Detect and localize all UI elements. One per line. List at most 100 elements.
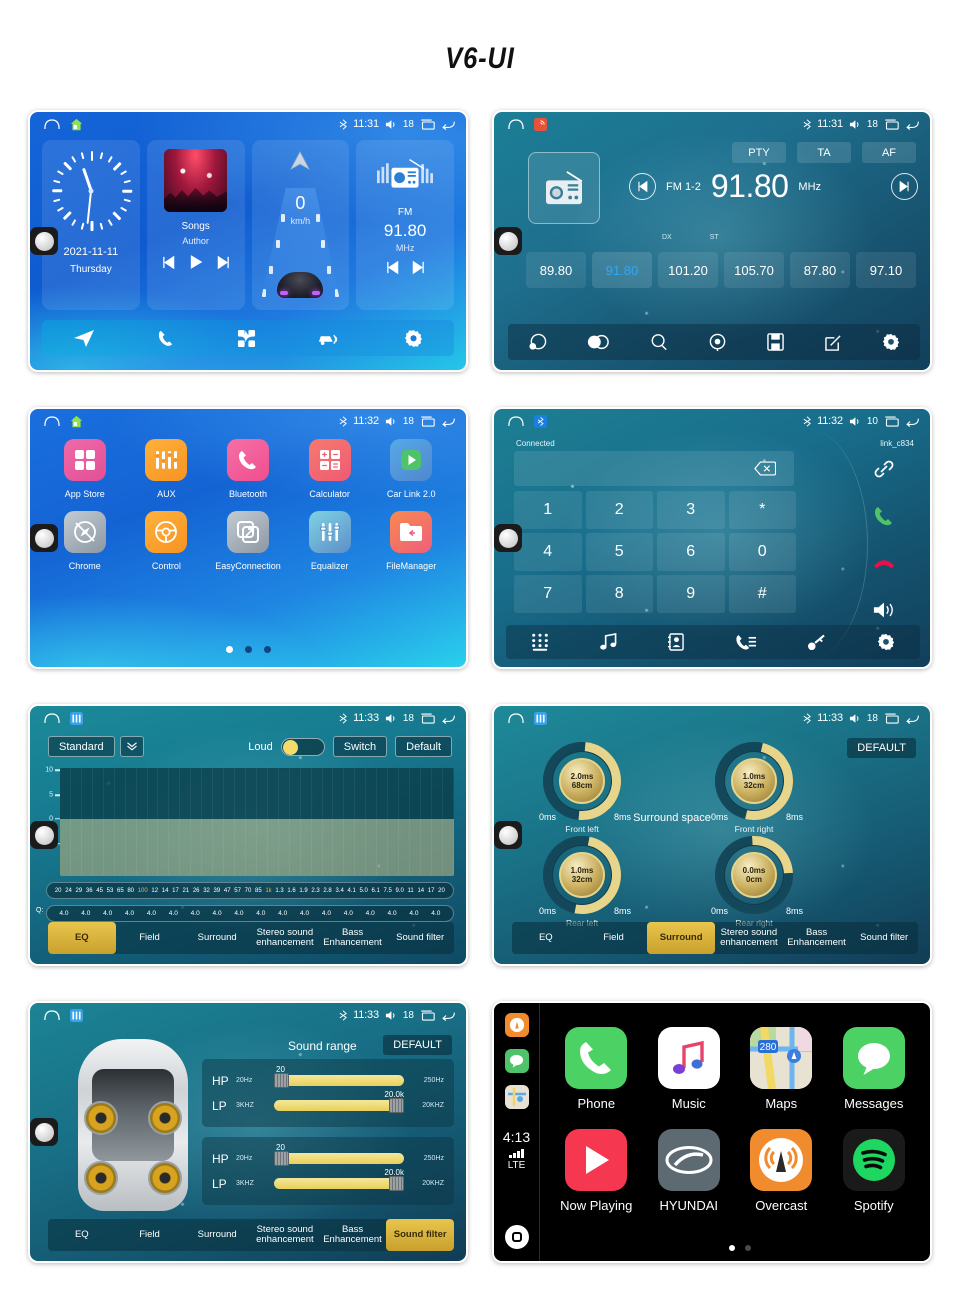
- tab-sound-filter[interactable]: Sound filter: [386, 922, 454, 954]
- carplay-home-button[interactable]: [504, 1225, 529, 1249]
- default-button[interactable]: Default: [395, 736, 452, 757]
- stereo-icon[interactable]: [587, 334, 610, 350]
- key-2[interactable]: 2: [585, 491, 653, 529]
- lp-row[interactable]: LP 3KHZ 20.0k 20KHZ: [212, 1168, 444, 1196]
- hardware-knob[interactable]: [30, 821, 58, 849]
- pty-button[interactable]: PTY: [732, 142, 786, 163]
- app-list-screen[interactable]: 11:32 18 App Store AUX Bluetooth Calcula…: [28, 407, 468, 669]
- hardware-knob[interactable]: [494, 821, 522, 849]
- bluetooth-dialer-screen[interactable]: 11:32 10 Connected link_c834 1 2 3 * 4 5…: [492, 407, 932, 669]
- settings-icon[interactable]: [882, 333, 900, 351]
- apps-icon[interactable]: [237, 329, 256, 348]
- tab-field[interactable]: Field: [116, 922, 184, 954]
- knob-rear-right[interactable]: 0.0ms 0cm 0ms 8ms Rear right: [698, 819, 810, 931]
- settings-icon[interactable]: [404, 329, 423, 348]
- messages-rail-icon[interactable]: [504, 1049, 529, 1073]
- app-item-aux[interactable]: AUX: [126, 439, 208, 499]
- carplay-page-dot-1[interactable]: [729, 1245, 735, 1251]
- app-item-car-link[interactable]: Car Link 2.0: [370, 439, 452, 499]
- home-screen[interactable]: 11:31 18 2021-11-11 Thursday Songs Autho…: [28, 110, 468, 372]
- play-icon[interactable]: [188, 254, 204, 270]
- tab-sound-filter[interactable]: Sound filter: [386, 1219, 454, 1251]
- lp-row[interactable]: LP 3KHZ 20.0k 20KHZ: [212, 1090, 444, 1118]
- radio-widget[interactable]: FM 91.80 MHz: [356, 140, 454, 310]
- hp-thumb[interactable]: [274, 1151, 289, 1166]
- equalizer-screen[interactable]: 11:33 18 Standard Loud Switch Default 10…: [28, 704, 468, 966]
- carplay-screen[interactable]: 4:13 LTE Phone Music 280 Maps Messages N…: [492, 1001, 932, 1263]
- preset-button-active[interactable]: 91.80: [592, 252, 652, 288]
- save-icon[interactable]: [767, 333, 785, 351]
- key-star[interactable]: *: [728, 491, 796, 529]
- hp-slider[interactable]: 20: [274, 1143, 404, 1166]
- search-icon[interactable]: [650, 333, 668, 351]
- hardware-knob[interactable]: [494, 227, 522, 255]
- previous-track-icon[interactable]: [162, 255, 175, 269]
- preset-button[interactable]: 89.80: [526, 252, 586, 288]
- page-dot-1[interactable]: [225, 646, 233, 653]
- tab-eq[interactable]: EQ: [512, 922, 580, 954]
- page-dot-2[interactable]: [244, 646, 252, 653]
- tab-bass-enhancement[interactable]: Bass Enhancement: [319, 922, 387, 954]
- carplay-app-overcast[interactable]: Overcast: [735, 1129, 828, 1213]
- hangup-icon[interactable]: [872, 545, 896, 580]
- lp-thumb[interactable]: [389, 1098, 404, 1113]
- lp-slider[interactable]: 20.0k: [274, 1168, 404, 1191]
- key-1[interactable]: 1: [514, 491, 582, 529]
- key-6[interactable]: 6: [657, 533, 725, 571]
- hardware-knob[interactable]: [30, 227, 58, 255]
- hardware-knob[interactable]: [30, 1118, 58, 1146]
- tab-stereo-sound-enhancement[interactable]: Stereo sound enhancement: [251, 1219, 319, 1251]
- overcast-rail-icon[interactable]: [504, 1013, 529, 1037]
- link-icon[interactable]: [873, 451, 895, 486]
- loud-toggle[interactable]: [280, 737, 325, 756]
- navigation-icon[interactable]: [73, 329, 95, 348]
- key-9[interactable]: 9: [657, 575, 725, 613]
- tab-field[interactable]: Field: [116, 1219, 184, 1251]
- tab-surround[interactable]: Surround: [183, 922, 251, 954]
- phone-icon[interactable]: [157, 329, 176, 348]
- chevron-down-icon[interactable]: [119, 736, 144, 757]
- tab-bass-enhancement[interactable]: Bass Enhancement: [319, 1219, 387, 1251]
- knob-rear-left[interactable]: 1.0ms 32cm 0ms 8ms Rear left: [527, 820, 637, 930]
- dial-input[interactable]: [514, 451, 794, 486]
- preset-button[interactable]: 97.10: [856, 252, 916, 288]
- eq-chart[interactable]: 10 5 0 -5: [45, 767, 454, 876]
- carplay-app-phone[interactable]: Phone: [550, 1027, 643, 1111]
- tab-stereo-sound-enhancement[interactable]: Stereo sound enhancement: [251, 922, 319, 954]
- backspace-icon[interactable]: [754, 461, 776, 476]
- call-log-icon[interactable]: [735, 633, 756, 651]
- hardware-knob[interactable]: [30, 524, 58, 552]
- tab-surround[interactable]: Surround: [183, 1219, 251, 1251]
- page-dot-3[interactable]: [263, 646, 271, 653]
- tune-down-button[interactable]: [629, 173, 656, 200]
- next-track-icon[interactable]: [217, 255, 230, 269]
- app-item-control[interactable]: Control: [126, 511, 208, 571]
- tab-sound-filter[interactable]: Sound filter: [850, 922, 918, 954]
- surround-screen[interactable]: 11:33 18 DEFAULT 2.0ms 68cm 0ms 8ms Fron…: [492, 704, 932, 966]
- carplay-page-dot-2[interactable]: [745, 1245, 751, 1251]
- tab-field[interactable]: Field: [580, 922, 648, 954]
- connect-icon[interactable]: [807, 634, 826, 651]
- tune-up-button[interactable]: [891, 173, 918, 200]
- hp-thumb[interactable]: [274, 1073, 289, 1088]
- clock-widget[interactable]: 2021-11-11 Thursday: [42, 140, 140, 310]
- default-button[interactable]: DEFAULT: [847, 738, 916, 758]
- hardware-knob[interactable]: [494, 524, 522, 552]
- hp-row[interactable]: HP 20Hz 20 250Hz: [212, 1143, 444, 1171]
- af-button[interactable]: AF: [862, 142, 916, 163]
- settings-icon[interactable]: [877, 633, 895, 651]
- carplay-app-music[interactable]: Music: [643, 1027, 736, 1111]
- app-item-filemanager[interactable]: FileManager: [370, 511, 452, 571]
- app-item-bluetooth[interactable]: Bluetooth: [207, 439, 289, 499]
- default-button[interactable]: DEFAULT: [383, 1035, 452, 1055]
- carplay-app-hyundai[interactable]: HYUNDAI: [643, 1129, 736, 1213]
- preset-button[interactable]: 105.70: [724, 252, 784, 288]
- app-item-equalizer[interactable]: Equalizer: [289, 511, 371, 571]
- carplay-app-messages[interactable]: Messages: [828, 1027, 921, 1111]
- app-item-easyconnection[interactable]: EasyConnection: [207, 511, 289, 571]
- maps-rail-icon[interactable]: [504, 1085, 529, 1109]
- radio-previous-icon[interactable]: [386, 261, 399, 274]
- key-0[interactable]: 0: [728, 533, 796, 571]
- key-7[interactable]: 7: [514, 575, 582, 613]
- music-icon[interactable]: [600, 633, 617, 651]
